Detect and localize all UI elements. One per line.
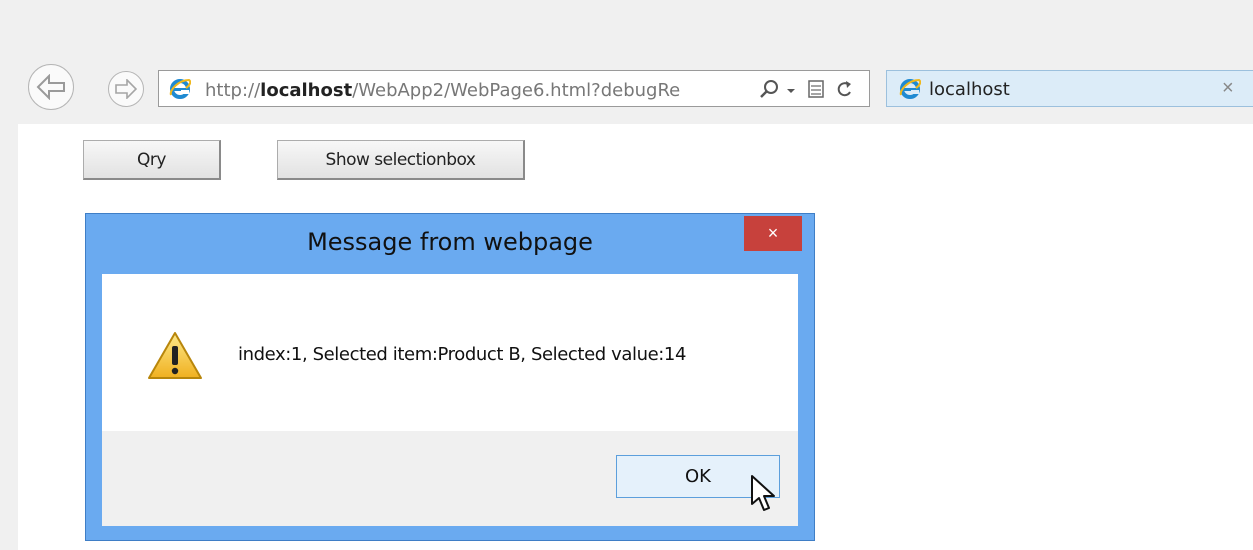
chevron-down-glyph — [787, 89, 795, 93]
message-dialog: Message from webpage × index:1, Selected… — [85, 213, 815, 541]
qry-button[interactable]: Qry — [83, 140, 221, 180]
forward-arrow-icon — [115, 79, 137, 99]
tab-title: localhost — [929, 79, 1010, 100]
compat-view-icon[interactable] — [807, 79, 825, 103]
tab-close-icon[interactable]: × — [1222, 77, 1234, 100]
ie-logo-icon — [169, 78, 191, 99]
address-bar[interactable]: http://localhost/WebApp2/WebPage6.html?d… — [158, 70, 870, 107]
show-selectionbox-button[interactable]: Show selectionbox — [277, 140, 525, 180]
back-button[interactable] — [28, 64, 74, 110]
browser-tab[interactable]: localhost × — [886, 70, 1253, 107]
search-icon[interactable] — [759, 79, 779, 103]
refresh-glyph — [837, 81, 851, 97]
dialog-close-button[interactable]: × — [744, 216, 802, 251]
url-text[interactable]: http://localhost/WebApp2/WebPage6.html?d… — [205, 80, 733, 101]
tab-ie-logo-icon — [899, 78, 921, 99]
dialog-body: index:1, Selected item:Product B, Select… — [102, 274, 798, 431]
dialog-title: Message from webpage — [307, 228, 593, 256]
mouse-cursor-icon — [751, 475, 775, 511]
compat-view-glyph — [808, 80, 824, 98]
back-arrow-icon — [36, 74, 65, 100]
search-icon-glyph — [760, 80, 778, 98]
chevron-down-icon[interactable] — [785, 81, 797, 101]
forward-button[interactable] — [108, 71, 144, 107]
dialog-message: index:1, Selected item:Product B, Select… — [238, 344, 687, 365]
refresh-icon[interactable] — [835, 79, 853, 103]
browser-left-edge — [0, 124, 18, 550]
dialog-footer: OK — [102, 431, 798, 526]
warning-icon — [148, 332, 202, 379]
